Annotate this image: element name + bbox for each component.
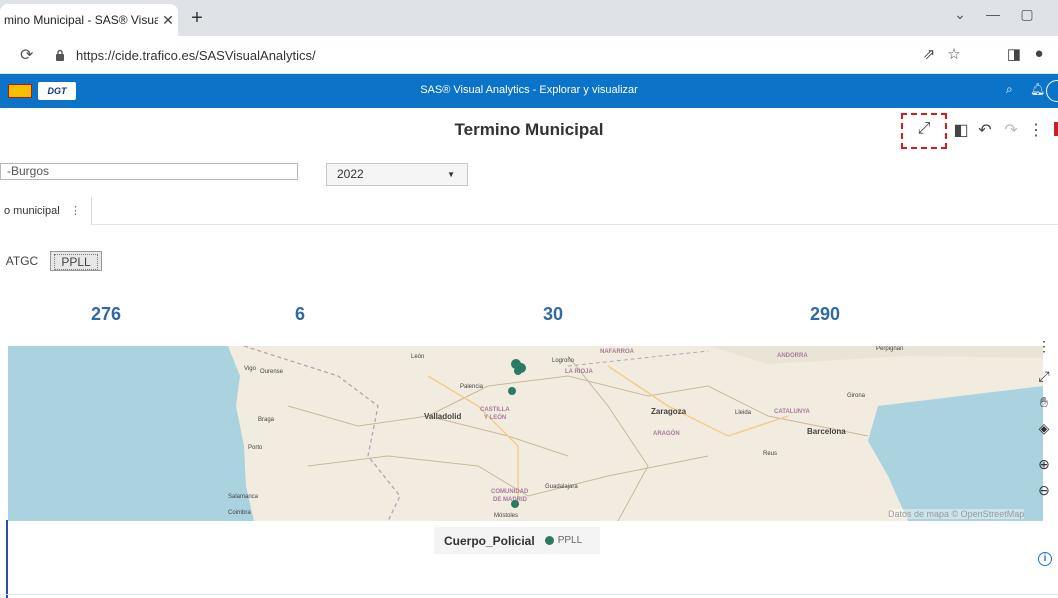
browser-tabstrip: mino Municipal - SAS® Visua ✕ + ⌄ — ▢ (0, 0, 1058, 36)
profile-icon[interactable]: ● (1028, 45, 1050, 62)
address-bar: ⟳ https://cide.trafico.es/SASVisualAnaly… (0, 36, 1058, 74)
browser-tab-title: mino Municipal - SAS® Visua (4, 13, 158, 27)
legend-title: Cuerpo_Policial (444, 533, 535, 548)
atgc-button[interactable]: ATGC (0, 251, 44, 271)
zoom-in-icon[interactable]: ⊕ (1034, 456, 1054, 473)
undo-icon[interactable]: ↶ (975, 120, 995, 140)
reload-icon[interactable]: ⟳ (20, 45, 33, 65)
legend-item: PPLL (557, 535, 583, 546)
legend-marker (544, 536, 554, 545)
map-legend: Cuerpo_Policial PPLL (434, 527, 600, 554)
page-tab-menu-icon[interactable]: ⋮ (70, 197, 81, 225)
municipality-filter-field[interactable]: -Burgos (0, 163, 298, 180)
report-title: Termino Municipal (454, 120, 604, 139)
chevron-down-icon: ▼ (447, 170, 455, 179)
info-icon[interactable]: i (1038, 552, 1052, 566)
kpi-value-3: 30 (542, 304, 564, 324)
bottom-divider (0, 594, 1058, 595)
new-tab-button[interactable]: + (186, 8, 208, 30)
map-marker (511, 500, 519, 508)
map-maximize-icon[interactable]: ⤢ (1034, 368, 1054, 385)
year-value: 2022 (337, 167, 364, 181)
maximize-icon[interactable]: ⤢ (914, 120, 934, 138)
tab-search-icon[interactable]: ⌄ (945, 6, 975, 23)
close-tab-icon[interactable]: ✕ (158, 12, 178, 29)
kpi-value-1: 276 (90, 304, 122, 324)
presentation-mode-icon[interactable]: ◧ (951, 120, 971, 140)
ppll-button-label: PPLL (54, 254, 98, 270)
screen: { "browser": { "tab_title": "mino Munici… (0, 0, 1058, 598)
map-attribution: Datos de mapa © OpenStreetMap (888, 509, 1025, 519)
notifications-icon[interactable]: 🔔︎ (1030, 82, 1045, 96)
window-edge (6, 520, 8, 598)
year-dropdown[interactable]: 2022 ▼ (326, 163, 468, 186)
lock-icon (52, 47, 68, 63)
app-title: SAS® Visual Analytics - Explorar y visua… (420, 84, 638, 96)
bookmark-star-icon[interactable]: ☆ (943, 45, 965, 63)
url-text: https://cide.trafico.es/SASVisualAnalyti… (76, 47, 316, 63)
tab-termino-municipal[interactable]: o municipal ⋮ (0, 197, 92, 225)
side-panel-icon[interactable]: ◨ (1003, 45, 1025, 63)
ppll-button[interactable]: PPLL (50, 251, 102, 271)
more-options-icon[interactable]: ⋮ (1026, 120, 1046, 140)
map-more-options-icon[interactable]: ⋮ (1034, 338, 1054, 355)
pan-hand-icon[interactable]: ✋︎ (1034, 394, 1054, 411)
tab-divider (92, 224, 1058, 225)
edit-mode-indicator (1054, 122, 1058, 136)
layers-icon[interactable]: ◈ (1034, 420, 1054, 437)
restore-icon[interactable]: ▢ (1012, 6, 1042, 23)
zoom-out-icon[interactable]: ⊖ (1034, 482, 1054, 499)
share-icon[interactable]: ⇗ (918, 45, 940, 63)
map-markers (508, 359, 526, 508)
browser-tab[interactable]: mino Municipal - SAS® Visua ✕ (0, 4, 178, 36)
avatar[interactable] (1046, 80, 1058, 102)
minimize-icon[interactable]: — (978, 6, 1008, 22)
url-field[interactable]: https://cide.trafico.es/SASVisualAnalyti… (52, 41, 910, 69)
redo-icon[interactable]: ↷ (1001, 120, 1021, 140)
geo-map[interactable]: León Logroño NAFARROA LA RIOJA ANDORRA Perpig… (8, 346, 1043, 521)
kpi-value-4: 290 (809, 304, 841, 324)
kpi-value-2: 6 (294, 304, 305, 324)
page-tab-label: o municipal (4, 205, 60, 217)
sas-header: DGT SAS® Visual Analytics - Explorar y v… (0, 74, 1058, 108)
map-marker (514, 367, 522, 375)
map-marker (508, 387, 516, 395)
search-icon[interactable]: ⌕ (1006, 82, 1013, 97)
